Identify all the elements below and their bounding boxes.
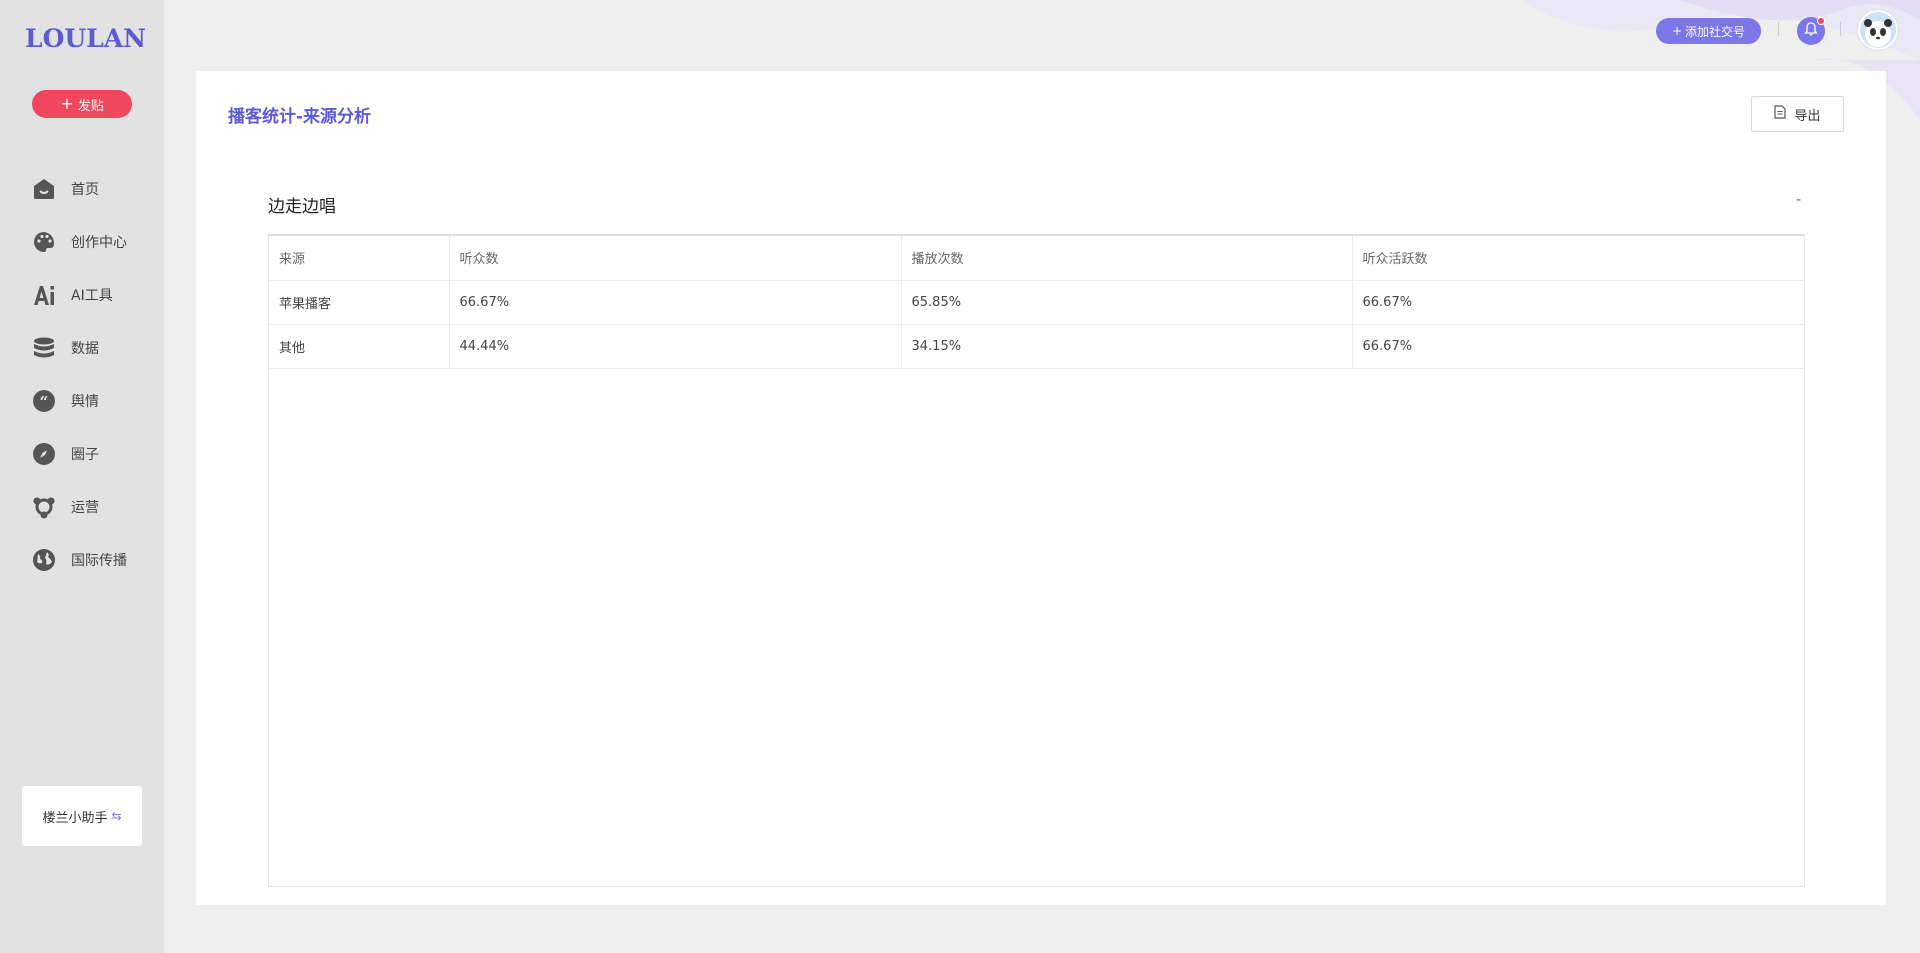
- source-table-container: 来源 听众数 播放次数 听众活跃数 苹果播客 66.67% 65.85% 66.…: [268, 234, 1805, 887]
- section-title: 边走边唱: [268, 197, 336, 217]
- brand-logo[interactable]: LOULAN: [25, 24, 146, 53]
- sidebar: LOULAN + 发贴 首页 创作中心 AI工具 数据 “ 舆情 圈子 运营 国…: [0, 0, 164, 953]
- assistant-label: 楼兰小助手: [42, 810, 108, 826]
- post-button[interactable]: + 发贴: [32, 90, 132, 118]
- notification-dot: [1817, 17, 1825, 25]
- palette-icon: [31, 229, 57, 255]
- plus-icon: +: [60, 94, 74, 113]
- table-cell: 34.15%: [901, 324, 1353, 369]
- sidebar-item-label: 数据: [71, 340, 99, 357]
- column-header-active-listeners: 听众活跃数: [1352, 236, 1804, 281]
- sidebar-item-sentiment[interactable]: “ 舆情: [0, 374, 164, 427]
- sidebar-item-data[interactable]: 数据: [0, 321, 164, 374]
- swap-icon: ⇆: [111, 809, 122, 823]
- collapse-toggle[interactable]: -: [1796, 192, 1801, 208]
- plus-icon: +: [1671, 24, 1683, 38]
- source-table: 来源 听众数 播放次数 听众活跃数 苹果播客 66.67% 65.85% 66.…: [269, 236, 1804, 369]
- sidebar-item-label: 首页: [71, 181, 99, 198]
- ai-icon: [31, 282, 57, 308]
- sidebar-item-label: 创作中心: [71, 234, 127, 251]
- export-button[interactable]: 导出: [1751, 96, 1844, 132]
- table-cell: 44.44%: [449, 324, 902, 369]
- table-cell: 苹果播客: [269, 280, 450, 325]
- table-cell: 66.67%: [449, 280, 902, 325]
- table-cell: 66.67%: [1352, 280, 1804, 325]
- sidebar-item-operations[interactable]: 运营: [0, 480, 164, 533]
- table-cell: 65.85%: [901, 280, 1353, 325]
- sidebar-item-label: 舆情: [71, 393, 99, 410]
- globe-icon: [31, 547, 57, 573]
- add-social-account-button[interactable]: + 添加社交号: [1656, 18, 1761, 44]
- sidebar-item-home[interactable]: 首页: [0, 162, 164, 215]
- sidebar-item-label: AI工具: [71, 287, 113, 304]
- table-cell: 66.67%: [1352, 324, 1804, 369]
- sidebar-item-creation-center[interactable]: 创作中心: [0, 215, 164, 268]
- database-icon: [31, 335, 57, 361]
- table-header-row: 来源 听众数 播放次数 听众活跃数: [269, 236, 1804, 281]
- network-icon: [31, 494, 57, 520]
- table-row: 苹果播客 66.67% 65.85% 66.67%: [269, 280, 1804, 325]
- bell-icon: [1803, 21, 1819, 41]
- page-title: 播客统计-来源分析: [228, 107, 372, 127]
- sidebar-item-label: 国际传播: [71, 552, 127, 569]
- quote-icon: “: [31, 388, 57, 414]
- sidebar-item-circle[interactable]: 圈子: [0, 427, 164, 480]
- user-avatar[interactable]: [1858, 10, 1898, 50]
- column-header-listeners: 听众数: [449, 236, 902, 281]
- sidebar-item-label: 运营: [71, 499, 99, 516]
- table-cell: 其他: [269, 324, 450, 369]
- divider: [1778, 22, 1779, 36]
- assistant-button[interactable]: 楼兰小助手 ⇆: [22, 786, 142, 846]
- divider: [1840, 22, 1841, 36]
- notification-button[interactable]: [1797, 17, 1825, 45]
- add-social-label: 添加社交号: [1685, 24, 1746, 39]
- sidebar-item-label: 圈子: [71, 446, 99, 463]
- compass-icon: [31, 441, 57, 467]
- svg-text:“: “: [40, 393, 49, 411]
- post-button-label: 发贴: [77, 98, 104, 114]
- table-row: 其他 44.44% 34.15% 66.67%: [269, 324, 1804, 369]
- column-header-plays: 播放次数: [901, 236, 1353, 281]
- sidebar-nav: 首页 创作中心 AI工具 数据 “ 舆情 圈子 运营 国际传播: [0, 162, 164, 586]
- sidebar-item-ai-tools[interactable]: AI工具: [0, 268, 164, 321]
- main-panel: 播客统计-来源分析 导出 边走边唱 - 来源 听众数 播放次数 听众活跃数 苹果…: [196, 71, 1886, 905]
- column-header-source: 来源: [269, 236, 450, 281]
- export-label: 导出: [1794, 108, 1821, 124]
- panda-avatar-icon: [1860, 12, 1896, 48]
- document-icon: [1774, 105, 1787, 123]
- sidebar-item-international[interactable]: 国际传播: [0, 533, 164, 586]
- home-icon: [31, 176, 57, 202]
